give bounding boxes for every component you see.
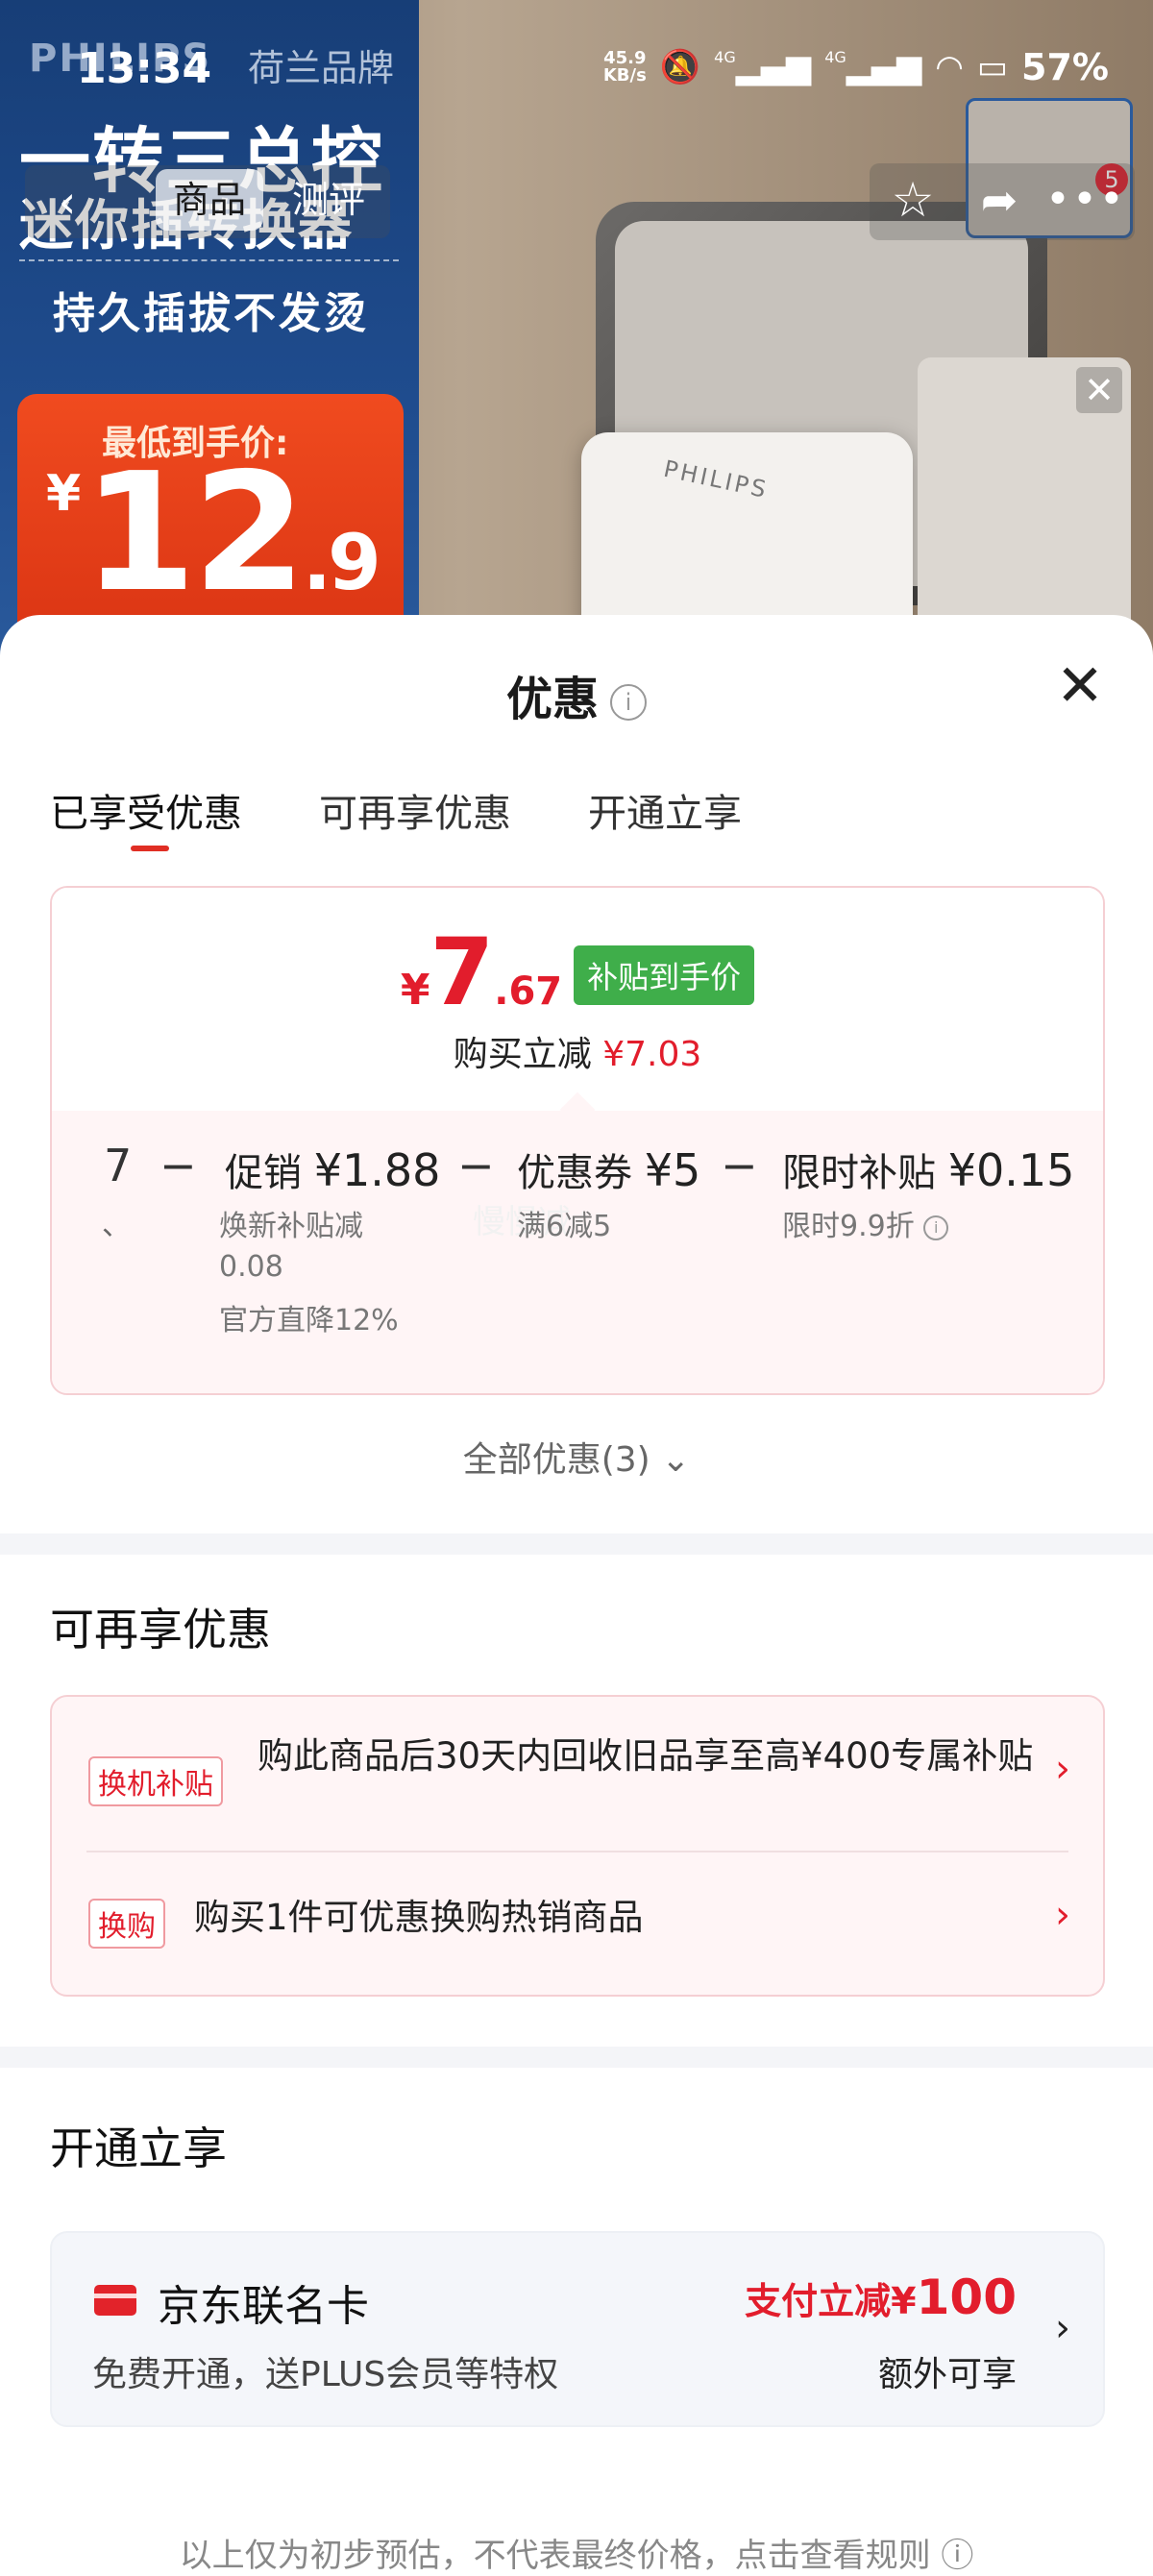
section-divider — [0, 2047, 1153, 2068]
reduce-label: 购买立减 — [453, 1035, 592, 1074]
promo-divider — [19, 259, 399, 261]
promo-price-dec: .9 — [302, 518, 381, 607]
calc-promo-sub-1: 焕新补贴减 — [219, 1210, 363, 1243]
promo-price: ¥12.9 — [46, 452, 381, 615]
sheet-tabs: 已享受优惠 可再享优惠 开通立享 — [50, 782, 742, 838]
promo-tag: 换购 — [88, 1899, 165, 1949]
calc-limited-sub-text: 限时9.9折 — [782, 1210, 915, 1243]
minus-sign-2: − — [457, 1140, 495, 1191]
calc-promo-label: 促销 — [225, 1151, 302, 1195]
reduce-amount: ¥7.03 — [602, 1035, 702, 1074]
calc-base-sub: 、 — [102, 1209, 131, 1242]
minus-sign-3: − — [721, 1140, 758, 1191]
battery-percent: 57% — [1021, 46, 1109, 88]
more-promo-card: 换机补贴 购此商品后30天内回收旧品享至高¥400专属补贴 › 换购 购买1件可… — [50, 1695, 1105, 1997]
promo-text: 购买1件可优惠换购热销商品 — [194, 1897, 644, 1938]
signal-label-1: 4G — [714, 48, 736, 66]
jd-card-pay-amount: 100 — [916, 2269, 1017, 2325]
promo-subtitle-2: 持久插拔不发烫 — [53, 289, 369, 338]
signal-label-2: 4G — [824, 48, 846, 66]
favorite-star-icon[interactable]: ☆ — [882, 169, 944, 231]
sheet-title: 优惠 i — [0, 661, 1153, 728]
calc-promo-sub-3: 官方直降12% — [219, 1304, 399, 1337]
info-icon-small[interactable]: i — [923, 1214, 949, 1240]
calc-limited-amount: ¥0.15 — [947, 1144, 1075, 1196]
promo-text: 购此商品后30天内回收旧品享至高¥400专属补贴 — [258, 1735, 1034, 1777]
jd-card-name: 京东联名卡 — [158, 2282, 369, 2331]
chevron-right-icon: › — [1055, 2306, 1070, 2350]
open-section-title: 开通立享 — [50, 2122, 227, 2174]
tab-enjoyed[interactable]: 已享受优惠 — [50, 782, 242, 838]
tab-open[interactable]: 开通立享 — [588, 782, 742, 838]
chevron-down-icon: ⌄ — [661, 1440, 691, 1480]
wifi-icon: ◠ — [935, 48, 964, 86]
all-promo-label: 全部优惠(3) — [462, 1440, 650, 1480]
net-speed: 45.9 KB/s — [603, 50, 647, 85]
status-bar: 13:34 45.9 KB/s 🔕 4G▂▄▆ 4G▂▄▆ ◠ ▭ 57% — [0, 0, 1153, 135]
signal-icon: 4G▂▄▆ — [714, 48, 812, 86]
chevron-right-icon: › — [1055, 1893, 1070, 1937]
tab-review[interactable]: 测评 — [292, 169, 365, 231]
calc-promo-sub: 焕新补贴减 0.08 官方直降12% — [219, 1207, 399, 1341]
tab-goods[interactable]: 商品 — [156, 169, 263, 231]
status-time: 13:34 — [77, 44, 212, 93]
list-item[interactable]: 换机补贴 购此商品后30天内回收旧品享至高¥400专属补贴 › — [52, 1697, 1103, 1851]
share-icon[interactable]: ➦ — [969, 169, 1030, 231]
calc-limited-sub[interactable]: 限时9.9折 i — [782, 1207, 949, 1247]
footer-note[interactable]: 以上仅为初步预估，不代表最终价格，点击查看规则 ⓘ — [0, 2529, 1153, 2576]
jd-card-offer[interactable]: 京东联名卡 免费开通，送PLUS会员等特权 支付立减¥100 额外可享 › — [50, 2231, 1105, 2427]
jd-card-desc: 免费开通，送PLUS会员等特权 — [92, 2355, 559, 2394]
promo-price-int: 12 — [83, 438, 307, 628]
calc-limited: 限时补贴 ¥0.15 — [782, 1141, 1074, 1197]
calc-coupon-sub: 满6减5 — [517, 1210, 612, 1243]
chevron-right-icon: › — [1055, 1747, 1070, 1791]
minus-sign: − — [159, 1140, 197, 1191]
calc-promo-sub-2: 0.08 — [219, 1250, 283, 1284]
net-speed-unit: KB/s — [602, 65, 647, 86]
list-item[interactable]: 换购 购买1件可优惠换购热销商品 › — [52, 1852, 1103, 1995]
calc-promo: 促销 ¥1.88 — [225, 1141, 440, 1197]
back-chevron-icon[interactable]: ‹ — [38, 171, 96, 233]
instant-reduce: 购买立减 ¥7.03 — [52, 1026, 1103, 1076]
calc-coupon-amount: ¥5 — [644, 1144, 701, 1196]
status-icons: 45.9 KB/s 🔕 4G▂▄▆ 4G▂▄▆ ◠ ▭ 57% — [603, 46, 1109, 88]
info-icon: ⓘ — [941, 2537, 974, 2575]
price-breakdown: 7 、 − 促销 ¥1.88 焕新补贴减 0.08 官方直降12% − 优惠券 ¥5… — [52, 1111, 1103, 1393]
calc-promo-amount: ¥1.88 — [313, 1144, 441, 1196]
calc-limited-label: 限时补贴 — [782, 1151, 936, 1195]
footer-note-text: 以上仅为初步预估，不代表最终价格，点击查看规则 — [179, 2537, 931, 2575]
calc-coupon-label: 优惠券 — [517, 1151, 632, 1195]
active-tab-indicator — [131, 846, 169, 851]
info-icon[interactable]: i — [610, 684, 647, 721]
price-summary-card: ¥7.67 补贴到手价 购买立减 ¥7.03 7 、 − 促销 ¥1.88 焕新补… — [50, 886, 1105, 1395]
promo-price-currency: ¥ — [46, 465, 81, 523]
promo-tag: 换机补贴 — [88, 1756, 223, 1806]
all-promo-toggle[interactable]: 全部优惠(3) ⌄ — [0, 1432, 1153, 1482]
final-price: ¥7.67 — [401, 926, 562, 1018]
more-section-title: 可再享优惠 — [50, 1604, 271, 1656]
price-calc: 7 、 − 促销 ¥1.88 焕新补贴减 0.08 官方直降12% − 优惠券 ¥5… — [52, 1111, 1103, 1393]
final-price-int: 7 — [429, 919, 495, 1026]
calc-base-price: 7 — [104, 1140, 133, 1191]
final-price-line: ¥7.67 补贴到手价 — [52, 926, 1103, 1018]
calc-coupon: 优惠券 ¥5 — [517, 1141, 700, 1197]
more-dots-icon[interactable]: ••• — [1045, 169, 1124, 231]
sheet-title-text: 优惠 — [505, 673, 599, 726]
credit-card-icon — [94, 2285, 136, 2316]
price-summary-top: ¥7.67 补贴到手价 购买立减 ¥7.03 — [52, 888, 1103, 1111]
signal-icon-2: 4G▂▄▆ — [824, 48, 922, 86]
jd-card-extra: 额外可享 — [877, 2355, 1017, 2394]
battery-icon: ▭ — [976, 48, 1009, 86]
tab-more[interactable]: 可再享优惠 — [319, 782, 511, 838]
section-divider — [0, 1533, 1153, 1555]
jd-card-pay: 支付立减¥100 — [745, 2269, 1017, 2325]
final-price-dec: .67 — [494, 969, 563, 1014]
close-video-icon[interactable]: ✕ — [1076, 367, 1122, 413]
discount-sheet: 优惠 i ✕ 已享受优惠 可再享优惠 开通立享 ¥7.67 补贴到手价 购买立减 ¥… — [0, 615, 1153, 2575]
close-icon[interactable]: ✕ — [1051, 657, 1109, 715]
mute-icon: 🔕 — [659, 48, 701, 86]
jd-card-pay-prefix: 支付立减¥ — [745, 2280, 917, 2322]
subsidy-price-tag: 补贴到手价 — [574, 945, 755, 1005]
final-price-currency: ¥ — [400, 966, 430, 1015]
